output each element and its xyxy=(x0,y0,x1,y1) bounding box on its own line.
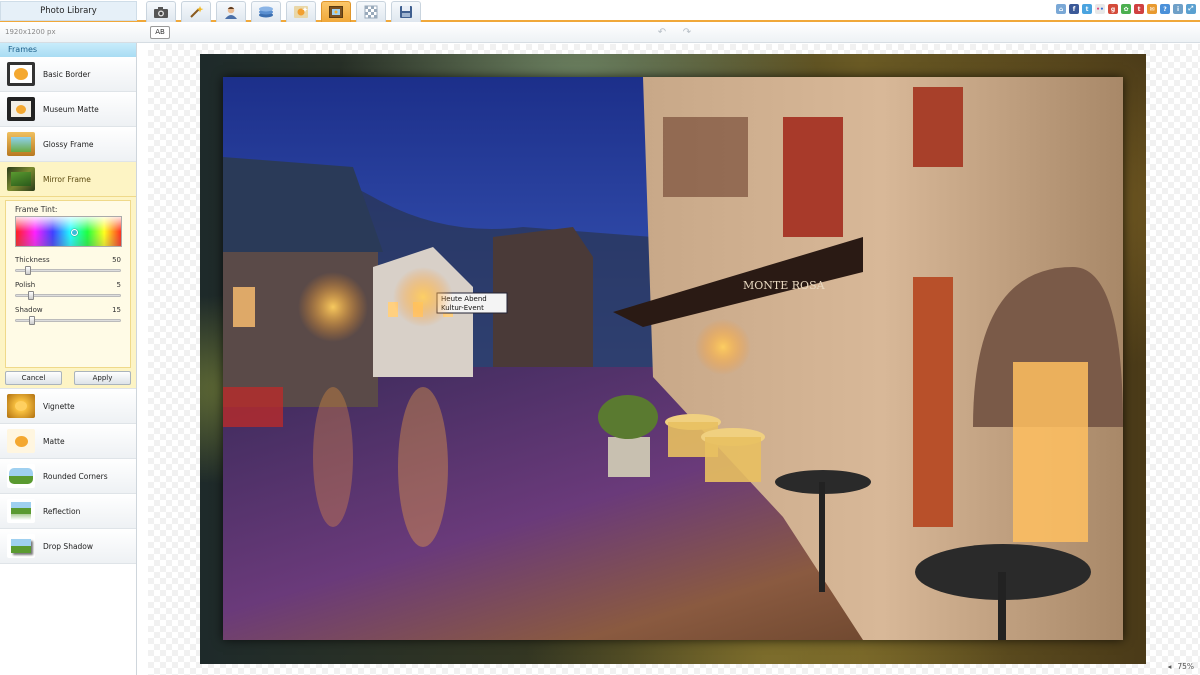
google-icon[interactable]: g xyxy=(1108,4,1118,14)
photo-image: Heute Abend Kultur-Event MONTE ROSA xyxy=(223,77,1123,640)
image-canvas[interactable]: Heute Abend Kultur-Event MONTE ROSA ◂ 75… xyxy=(148,44,1200,675)
thickness-slider[interactable] xyxy=(15,266,121,275)
vignette-thumbnail xyxy=(7,394,35,418)
picasa-icon[interactable]: ✿ xyxy=(1121,4,1131,14)
info-icon[interactable]: i xyxy=(1173,4,1183,14)
frame-tint-color-picker[interactable] xyxy=(15,216,122,247)
shadow-value: 15 xyxy=(112,306,121,314)
shadow-slider-knob[interactable] xyxy=(29,316,35,325)
apply-button[interactable]: Apply xyxy=(74,371,131,385)
zoom-control[interactable]: ◂ 75% xyxy=(1168,662,1194,671)
framed-photo: Heute Abend Kultur-Event MONTE ROSA xyxy=(200,54,1146,664)
flickr-icon[interactable]: • • xyxy=(1095,4,1105,14)
rounded-corners-thumbnail xyxy=(7,464,35,488)
thickness-value: 50 xyxy=(112,256,121,264)
camera-icon xyxy=(154,7,168,18)
facebook-icon[interactable]: f xyxy=(1069,4,1079,14)
museum-matte-thumbnail xyxy=(7,97,35,121)
polish-value: 5 xyxy=(116,281,121,289)
frame-option-mirror-frame[interactable]: Mirror Frame xyxy=(0,162,136,197)
thickness-label: Thickness xyxy=(15,256,50,264)
layers-icon xyxy=(259,6,273,18)
tint-picker-handle[interactable] xyxy=(71,229,78,236)
frame-option-matte[interactable]: Matte xyxy=(0,424,136,459)
effects-tool-tab[interactable] xyxy=(286,1,316,22)
texture-icon xyxy=(364,5,378,19)
image-toolbar: 1920x1200 px AB ↶ ↷ xyxy=(0,22,1200,43)
hotel-sign: MONTE ROSA xyxy=(743,279,826,292)
top-bar: Photo Library ⌂ f t • • g ✿ t ✉ ? i ⤢ xyxy=(0,0,1200,22)
frame-option-vignette[interactable]: Vignette xyxy=(0,389,136,424)
layers-tool-tab[interactable] xyxy=(251,1,281,22)
frame-option-label: Rounded Corners xyxy=(43,471,108,481)
polish-control: Polish 5 xyxy=(15,281,121,300)
basic-border-thumbnail xyxy=(7,62,35,86)
thickness-control: Thickness 50 xyxy=(15,256,121,275)
frame-option-label: Reflection xyxy=(43,506,81,516)
portrait-tool-tab[interactable] xyxy=(216,1,246,22)
twitter-icon[interactable]: t xyxy=(1082,4,1092,14)
frame-option-label: Basic Border xyxy=(43,69,91,79)
cancel-button[interactable]: Cancel xyxy=(5,371,62,385)
matte-thumbnail xyxy=(7,429,35,453)
frames-section-header: Frames xyxy=(0,43,136,57)
frames-icon xyxy=(329,6,343,18)
save-icon xyxy=(400,6,412,18)
photo-library-tab[interactable]: Photo Library xyxy=(0,1,137,21)
frame-option-glossy-frame[interactable]: Glossy Frame xyxy=(0,127,136,162)
camera-tool-tab[interactable] xyxy=(146,1,176,22)
frame-option-reflection[interactable]: Reflection xyxy=(0,494,136,529)
frame-option-label: Matte xyxy=(43,436,65,446)
undo-icon[interactable]: ↶ xyxy=(655,26,669,39)
magic-wand-icon xyxy=(190,6,204,18)
frame-option-museum-matte[interactable]: Museum Matte xyxy=(0,92,136,127)
thickness-slider-knob[interactable] xyxy=(25,266,31,275)
tumblr-icon[interactable]: t xyxy=(1134,4,1144,14)
magic-wand-tool-tab[interactable] xyxy=(181,1,211,22)
shadow-label: Shadow xyxy=(15,306,43,314)
frame-option-label: Mirror Frame xyxy=(43,174,91,184)
home-icon[interactable]: ⌂ xyxy=(1056,4,1066,14)
image-dimensions: 1920x1200 px xyxy=(5,28,56,36)
redo-icon[interactable]: ↷ xyxy=(680,26,694,39)
portrait-icon xyxy=(225,6,237,19)
frame-option-label: Glossy Frame xyxy=(43,139,94,149)
reflection-thumbnail xyxy=(7,499,35,523)
zoom-left-arrow-icon[interactable]: ◂ xyxy=(1168,662,1172,671)
zoom-level: 75% xyxy=(1177,662,1194,671)
options-buttons: Cancel Apply xyxy=(5,371,131,385)
mirror-frame-thumbnail xyxy=(7,167,35,191)
frame-option-label: Vignette xyxy=(43,401,75,411)
frame-option-drop-shadow[interactable]: Drop Shadow xyxy=(0,529,136,564)
mirror-frame-options: Frame Tint: Thickness 50 Polish 5 Shadow… xyxy=(5,200,131,368)
mirror-frame-options-panel: Frame Tint: Thickness 50 Polish 5 Shadow… xyxy=(0,197,136,389)
frame-option-label: Drop Shadow xyxy=(43,541,94,551)
polish-slider-knob[interactable] xyxy=(28,291,34,300)
frames-sidebar: Frames Basic Border Museum Matte Glossy … xyxy=(0,43,137,675)
polish-label: Polish xyxy=(15,281,36,289)
fullscreen-icon[interactable]: ⤢ xyxy=(1186,4,1196,14)
shadow-slider[interactable] xyxy=(15,316,121,325)
drop-shadow-thumbnail xyxy=(7,534,35,558)
compare-ab-button[interactable]: AB xyxy=(150,26,170,39)
frame-option-basic-border[interactable]: Basic Border xyxy=(0,57,136,92)
effects-icon xyxy=(294,6,308,18)
glossy-frame-thumbnail xyxy=(7,132,35,156)
frame-option-label: Museum Matte xyxy=(43,104,99,114)
texture-tool-tab[interactable] xyxy=(356,1,386,22)
frame-option-rounded-corners[interactable]: Rounded Corners xyxy=(0,459,136,494)
email-icon[interactable]: ✉ xyxy=(1147,4,1157,14)
shadow-control: Shadow 15 xyxy=(15,306,121,325)
tool-tabs xyxy=(146,1,426,22)
save-tool-tab[interactable] xyxy=(391,1,421,22)
frame-tint-label: Frame Tint: xyxy=(15,205,58,214)
share-bar: ⌂ f t • • g ✿ t ✉ ? i ⤢ xyxy=(1056,4,1196,14)
frames-tool-tab[interactable] xyxy=(321,1,351,22)
street-scene-photo: Heute Abend Kultur-Event MONTE ROSA xyxy=(223,77,1123,640)
polish-slider[interactable] xyxy=(15,291,121,300)
help-icon[interactable]: ? xyxy=(1160,4,1170,14)
